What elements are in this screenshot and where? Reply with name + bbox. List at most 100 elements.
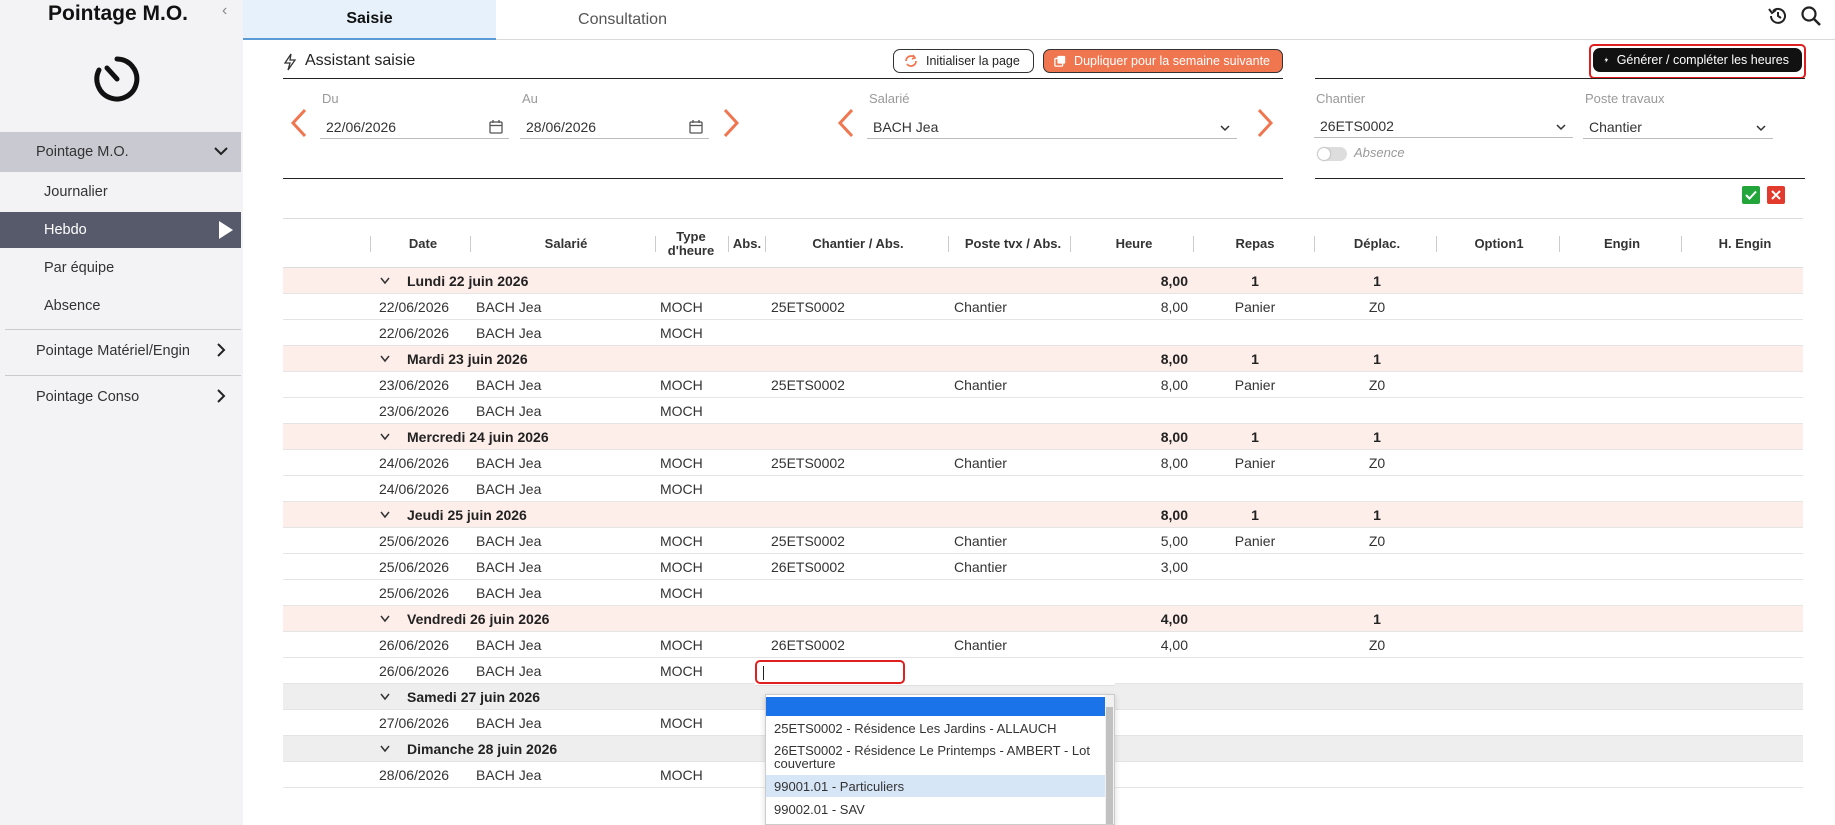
absence-toggle[interactable] <box>1317 147 1347 161</box>
calendar-icon[interactable] <box>689 120 703 134</box>
column-header-option1[interactable]: Option1 <box>1439 219 1559 269</box>
cell-poste: Chantier <box>954 455 1007 471</box>
dropdown-option[interactable]: 25ETS0002 - Résidence Les Jardins - ALLA… <box>766 717 1106 739</box>
cell-type-heure: MOCH <box>660 481 703 497</box>
table-row[interactable]: 26/06/2026 BACH Jea MOCH 26ETS0002 Chantier 4… <box>283 632 1803 658</box>
column-separator[interactable] <box>370 236 371 252</box>
table-row[interactable]: 25/06/2026 BACH Jea MOCH <box>283 580 1803 606</box>
group-row[interactable]: Lundi 22 juin 2026 8,00 1 1 <box>283 268 1803 294</box>
column-separator[interactable] <box>948 236 949 252</box>
cell-date: 27/06/2026 <box>379 715 450 731</box>
cell-heure: 8,00 <box>1160 377 1188 393</box>
chevron-down-icon[interactable] <box>379 614 391 624</box>
sidebar-item-label: Journalier <box>44 184 108 200</box>
dropdown-option-empty[interactable] <box>766 697 1106 716</box>
collapse-sidebar-icon[interactable]: ‹ <box>222 2 227 20</box>
group-row[interactable]: Jeudi 25 juin 2026 8,00 1 1 <box>283 502 1803 528</box>
column-separator[interactable] <box>728 236 729 252</box>
column-separator[interactable] <box>470 236 471 252</box>
column-separator[interactable] <box>1436 236 1437 252</box>
cell-salarie: BACH Jea <box>476 533 542 549</box>
table-row[interactable]: 25/06/2026 BACH Jea MOCH 25ETS0002 Chantier 5… <box>283 528 1803 554</box>
column-separator[interactable] <box>1559 236 1560 252</box>
sidebar-title: Pointage M.O. <box>47 2 188 25</box>
calendar-icon[interactable] <box>489 120 503 134</box>
table-row[interactable]: 22/06/2026 BACH Jea MOCH <box>283 320 1803 346</box>
sidebar-item-pointage-mo[interactable]: Pointage M.O. <box>0 132 241 172</box>
dropdown-option[interactable]: 99001.01 - Particuliers <box>766 775 1106 797</box>
scrollbar-thumb[interactable] <box>1106 707 1113 824</box>
column-header-engin[interactable]: Engin <box>1562 219 1682 269</box>
table-row[interactable]: 23/06/2026 BACH Jea MOCH <box>283 398 1803 424</box>
column-separator[interactable] <box>1193 236 1194 252</box>
table-row[interactable]: 24/06/2026 BACH Jea MOCH 25ETS0002 Chantier 8… <box>283 450 1803 476</box>
sidebar-item-par-equipe[interactable]: Par équipe <box>0 250 241 286</box>
init-page-button[interactable]: Initialiser la page <box>893 49 1034 73</box>
prev-week-arrow-icon[interactable] <box>288 107 310 139</box>
sidebar-item-pointage-conso[interactable]: Pointage Conso <box>0 377 241 417</box>
column-header-abs[interactable]: Abs. <box>687 219 807 269</box>
cell-chantier: 25ETS0002 <box>771 533 845 549</box>
chevron-down-icon[interactable] <box>379 432 391 442</box>
chantier-edit-input[interactable] <box>755 660 905 684</box>
column-header-repas[interactable]: Repas <box>1195 219 1315 269</box>
group-row[interactable]: Mardi 23 juin 2026 8,00 1 1 <box>283 346 1803 372</box>
table-row[interactable]: 25/06/2026 BACH Jea MOCH 26ETS0002 Chantier 3… <box>283 554 1803 580</box>
generate-hours-button[interactable]: Générer / compléter les heures <box>1593 48 1802 72</box>
tab-saisie[interactable]: Saisie <box>243 0 496 40</box>
cell-salarie: BACH Jea <box>476 585 542 601</box>
column-header-deplac[interactable]: Déplac. <box>1317 219 1437 269</box>
salarie-select[interactable]: BACH Jea <box>867 115 1237 139</box>
cell-deplac: 1 <box>1373 429 1381 445</box>
column-header-date[interactable]: Date <box>363 219 483 269</box>
au-date-field[interactable]: 28/06/2026 <box>520 115 709 139</box>
cell-salarie: BACH Jea <box>476 299 542 315</box>
poste-label: Poste travaux <box>1585 91 1665 106</box>
column-header-poste[interactable]: Poste tvx / Abs. <box>953 219 1073 269</box>
next-week-arrow-icon[interactable] <box>720 107 742 139</box>
cell-salarie: BACH Jea <box>476 325 542 341</box>
group-row[interactable]: Vendredi 26 juin 2026 4,00 1 <box>283 606 1803 632</box>
column-header-heure[interactable]: Heure <box>1074 219 1194 269</box>
column-header-salarie[interactable]: Salarié <box>506 219 626 269</box>
chantier-select[interactable]: 26ETS0002 <box>1314 114 1573 138</box>
cell-repas: 1 <box>1251 507 1259 523</box>
sidebar-item-hebdo[interactable]: Hebdo <box>0 212 241 248</box>
column-header-h-engin[interactable]: H. Engin <box>1685 219 1805 269</box>
column-separator[interactable] <box>1314 236 1315 252</box>
sidebar-item-label: Par équipe <box>44 260 115 276</box>
prev-employee-arrow-icon[interactable] <box>835 107 857 139</box>
dropdown-option[interactable]: 26ETS0002 - Résidence Le Printemps - AMB… <box>766 740 1106 773</box>
column-separator[interactable] <box>1681 236 1682 252</box>
cell-chantier: 25ETS0002 <box>771 377 845 393</box>
sidebar-item-pointage-materiel[interactable]: Pointage Matériel/Engin <box>0 331 241 371</box>
chevron-down-icon[interactable] <box>379 744 391 754</box>
search-icon[interactable] <box>1800 5 1822 27</box>
chevron-down-icon[interactable] <box>379 354 391 364</box>
cancel-x-icon[interactable] <box>1767 186 1785 204</box>
poste-select[interactable]: Chantier <box>1583 115 1773 139</box>
du-date-field[interactable]: 22/06/2026 <box>320 115 509 139</box>
group-row[interactable]: Mercredi 24 juin 2026 8,00 1 1 <box>283 424 1803 450</box>
sidebar-item-journalier[interactable]: Journalier <box>0 174 241 210</box>
dropdown-scrollbar[interactable] <box>1105 695 1114 824</box>
cell-type-heure: MOCH <box>660 403 703 419</box>
next-employee-arrow-icon[interactable] <box>1254 107 1276 139</box>
chevron-down-icon[interactable] <box>379 510 391 520</box>
table-row[interactable]: 23/06/2026 BACH Jea MOCH 25ETS0002 Chantier 8… <box>283 372 1803 398</box>
duplicate-week-button[interactable]: Dupliquer pour la semaine suivante <box>1043 49 1283 73</box>
cell-type-heure: MOCH <box>660 767 703 783</box>
confirm-check-icon[interactable] <box>1742 186 1760 204</box>
column-separator[interactable] <box>655 236 656 252</box>
tab-consultation[interactable]: Consultation <box>496 0 749 40</box>
chevron-down-icon[interactable] <box>379 276 391 286</box>
table-row[interactable]: 24/06/2026 BACH Jea MOCH <box>283 476 1803 502</box>
dropdown-option[interactable]: 99002.01 - SAV <box>766 798 1106 820</box>
column-separator[interactable] <box>1070 236 1071 252</box>
history-icon[interactable] <box>1767 5 1789 27</box>
sidebar-item-absence[interactable]: Absence <box>0 288 241 324</box>
column-header-chantier[interactable]: Chantier / Abs. <box>798 219 918 269</box>
column-separator[interactable] <box>765 236 766 252</box>
chevron-down-icon[interactable] <box>379 692 391 702</box>
table-row[interactable]: 22/06/2026 BACH Jea MOCH 25ETS0002 Chantier 8… <box>283 294 1803 320</box>
